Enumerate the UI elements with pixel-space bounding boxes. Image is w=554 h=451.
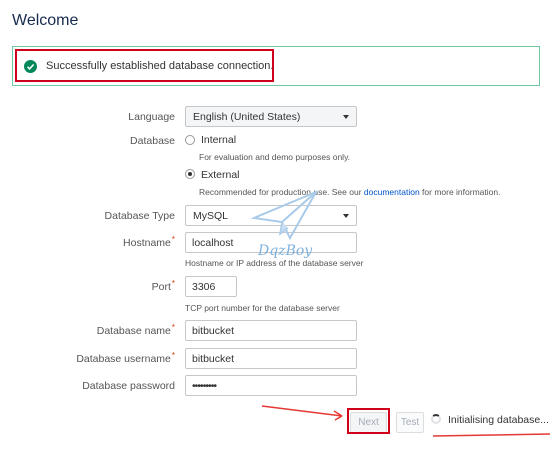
annotation-highlight-next xyxy=(347,408,390,434)
status-text: Initialising database... xyxy=(448,414,549,426)
loading-spinner-icon xyxy=(431,414,441,424)
test-button[interactable]: Test xyxy=(396,412,424,433)
annotation-arrows xyxy=(261,405,551,437)
